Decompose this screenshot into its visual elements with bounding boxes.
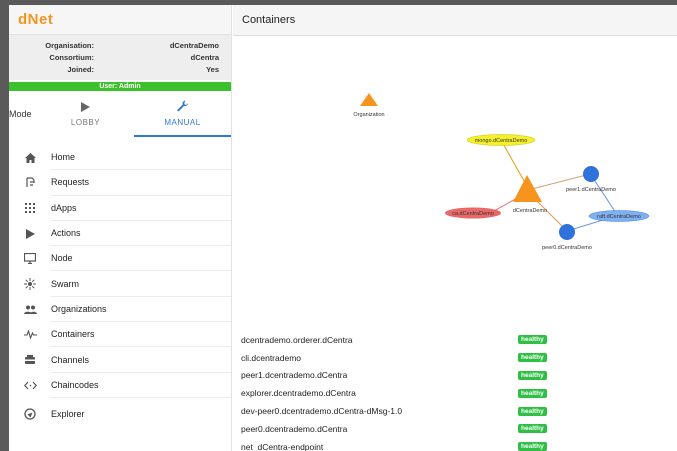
container-name: cli.dcentrademo (241, 352, 302, 363)
sidebar-item-containers[interactable]: Containers (9, 322, 231, 348)
status-badge: healthy (518, 406, 547, 416)
edge-mongo-center (500, 139, 529, 189)
node-peer1-label: peer1.dCentraDemo (566, 187, 616, 193)
channels-icon (9, 354, 51, 366)
node-mongo-label: mongo.dCentraDemo (475, 138, 528, 144)
status-badge: healthy (518, 424, 547, 434)
container-row[interactable]: net_dCentra-endpoint healthy (241, 438, 671, 451)
container-row[interactable]: dcentrademo.orderer.dCentra healthy (241, 331, 671, 349)
mode-selector: Mode LOBBY MANUAL (9, 91, 231, 137)
sidebar-nav: Home Requests dApps Actions Node Swarm O… (9, 145, 231, 431)
status-badge: healthy (518, 353, 547, 363)
home-icon (9, 152, 51, 163)
mode-label: Mode (9, 109, 32, 119)
app-logo[interactable]: dNet (18, 11, 53, 28)
container-row[interactable]: peer0.dcentrademo.dCentra healthy (241, 420, 671, 438)
pulse-icon (9, 330, 51, 340)
org-info-row: Joined: Yes (9, 63, 231, 75)
sidebar-item-node[interactable]: Node (9, 246, 231, 272)
mode-tab-manual[interactable]: MANUAL (134, 91, 231, 137)
container-row[interactable]: peer1.dcentrademo.dCentra healthy (241, 367, 671, 385)
play-icon (81, 101, 90, 115)
node-ca-label: ca.dCentraDemo (452, 211, 494, 217)
organisation-value: dCentraDemo (169, 40, 219, 50)
sidebar-item-explorer[interactable]: Explorer (9, 398, 231, 431)
sidebar-item-label: Chaincodes (51, 373, 231, 398)
sidebar-item-label: Actions (51, 221, 231, 247)
container-name: dev-peer0.dcentrademo.dCentra-dMsg-1.0 (241, 406, 403, 417)
sidebar-item-label: Containers (51, 322, 231, 348)
page-header: Containers (233, 5, 677, 36)
node-raft-label: raft.dCentraDemo (597, 214, 641, 220)
sidebar-item-organizations[interactable]: Organizations (9, 297, 231, 323)
node-center-label: dCentraDemo (513, 208, 547, 214)
joined-label: Joined: (67, 64, 94, 74)
apps-grid-icon (9, 203, 51, 214)
mode-tab-label: MANUAL (164, 117, 201, 127)
consortium-label: Consortium: (49, 52, 94, 62)
node-peer1[interactable] (583, 166, 599, 182)
code-icon (9, 381, 51, 390)
container-name: net_dCentra-endpoint (241, 441, 324, 451)
sidebar-item-home[interactable]: Home (9, 145, 231, 171)
play-icon (9, 228, 51, 239)
status-badge: healthy (518, 388, 547, 398)
organisation-label: Organisation: (45, 40, 94, 50)
logo-bar: dNet (9, 5, 231, 35)
org-info-row: Organisation: dCentraDemo (9, 39, 231, 51)
sidebar-item-label: Swarm (51, 271, 231, 297)
sidebar-item-label: Explorer (51, 409, 85, 420)
container-name: peer1.dcentrademo.dCentra (241, 370, 348, 381)
sidebar-item-requests[interactable]: Requests (9, 170, 231, 196)
monitor-icon (9, 253, 51, 265)
main-content: Containers Organization mongo.dCentraDem… (233, 5, 677, 451)
mode-tab-lobby[interactable]: LOBBY (37, 91, 134, 137)
org-info-row: Consortium: dCentra (9, 51, 231, 63)
requests-icon (9, 177, 51, 188)
organization-legend-label: Organization (353, 112, 384, 118)
container-row[interactable]: cli.dcentrademo healthy (241, 349, 671, 367)
container-list: dcentrademo.orderer.dCentra healthy cli.… (241, 331, 671, 451)
logo-d: d (18, 11, 28, 28)
consortium-value: dCentra (190, 52, 219, 62)
sidebar-item-swarm[interactable]: Swarm (9, 271, 231, 297)
sidebar-item-label: dApps (51, 196, 231, 221)
sidebar-item-label: Home (51, 145, 231, 171)
sidebar-item-actions[interactable]: Actions (9, 221, 231, 247)
sidebar-item-label: Requests (51, 170, 231, 196)
org-info-panel: Organisation: dCentraDemo Consortium: dC… (9, 35, 231, 80)
container-name: explorer.dcentrademo.dCentra (241, 388, 356, 399)
status-badge: healthy (518, 442, 547, 451)
explorer-icon (9, 408, 51, 421)
container-name: dcentrademo.orderer.dCentra (241, 334, 353, 345)
swarm-icon (9, 278, 51, 291)
page-title: Containers (242, 14, 296, 26)
wrench-icon (176, 100, 189, 115)
container-row[interactable]: explorer.dcentrademo.dCentra healthy (241, 384, 671, 402)
app-window: dNet Organisation: dCentraDemo Consortiu… (9, 5, 677, 451)
logo-net: Net (27, 11, 54, 28)
status-badge: healthy (518, 335, 547, 345)
container-name: peer0.dcentrademo.dCentra (241, 423, 348, 434)
node-organization-center[interactable] (513, 175, 542, 202)
organization-legend-icon (360, 93, 378, 106)
user-role-badge: User: Admin (9, 82, 231, 91)
sidebar-item-label: Organizations (51, 297, 231, 323)
sidebar-item-channels[interactable]: Channels (9, 347, 231, 373)
sidebar-item-label: Channels (51, 347, 231, 373)
joined-value: Yes (206, 64, 219, 74)
sidebar-item-dapps[interactable]: dApps (9, 196, 231, 221)
node-peer0-label: peer0.dCentraDemo (542, 245, 592, 251)
status-badge: healthy (518, 370, 547, 380)
sidebar: dNet Organisation: dCentraDemo Consortiu… (9, 5, 232, 451)
container-row[interactable]: dev-peer0.dcentrademo.dCentra-dMsg-1.0 h… (241, 402, 671, 420)
mode-tab-label: LOBBY (70, 117, 101, 127)
people-icon (9, 305, 51, 314)
network-graph[interactable]: Organization mongo.dCentraDemo peer1.dCe… (233, 36, 677, 326)
sidebar-item-chaincodes[interactable]: Chaincodes (9, 373, 231, 398)
node-peer0[interactable] (559, 224, 575, 240)
sidebar-item-label: Node (51, 246, 231, 272)
